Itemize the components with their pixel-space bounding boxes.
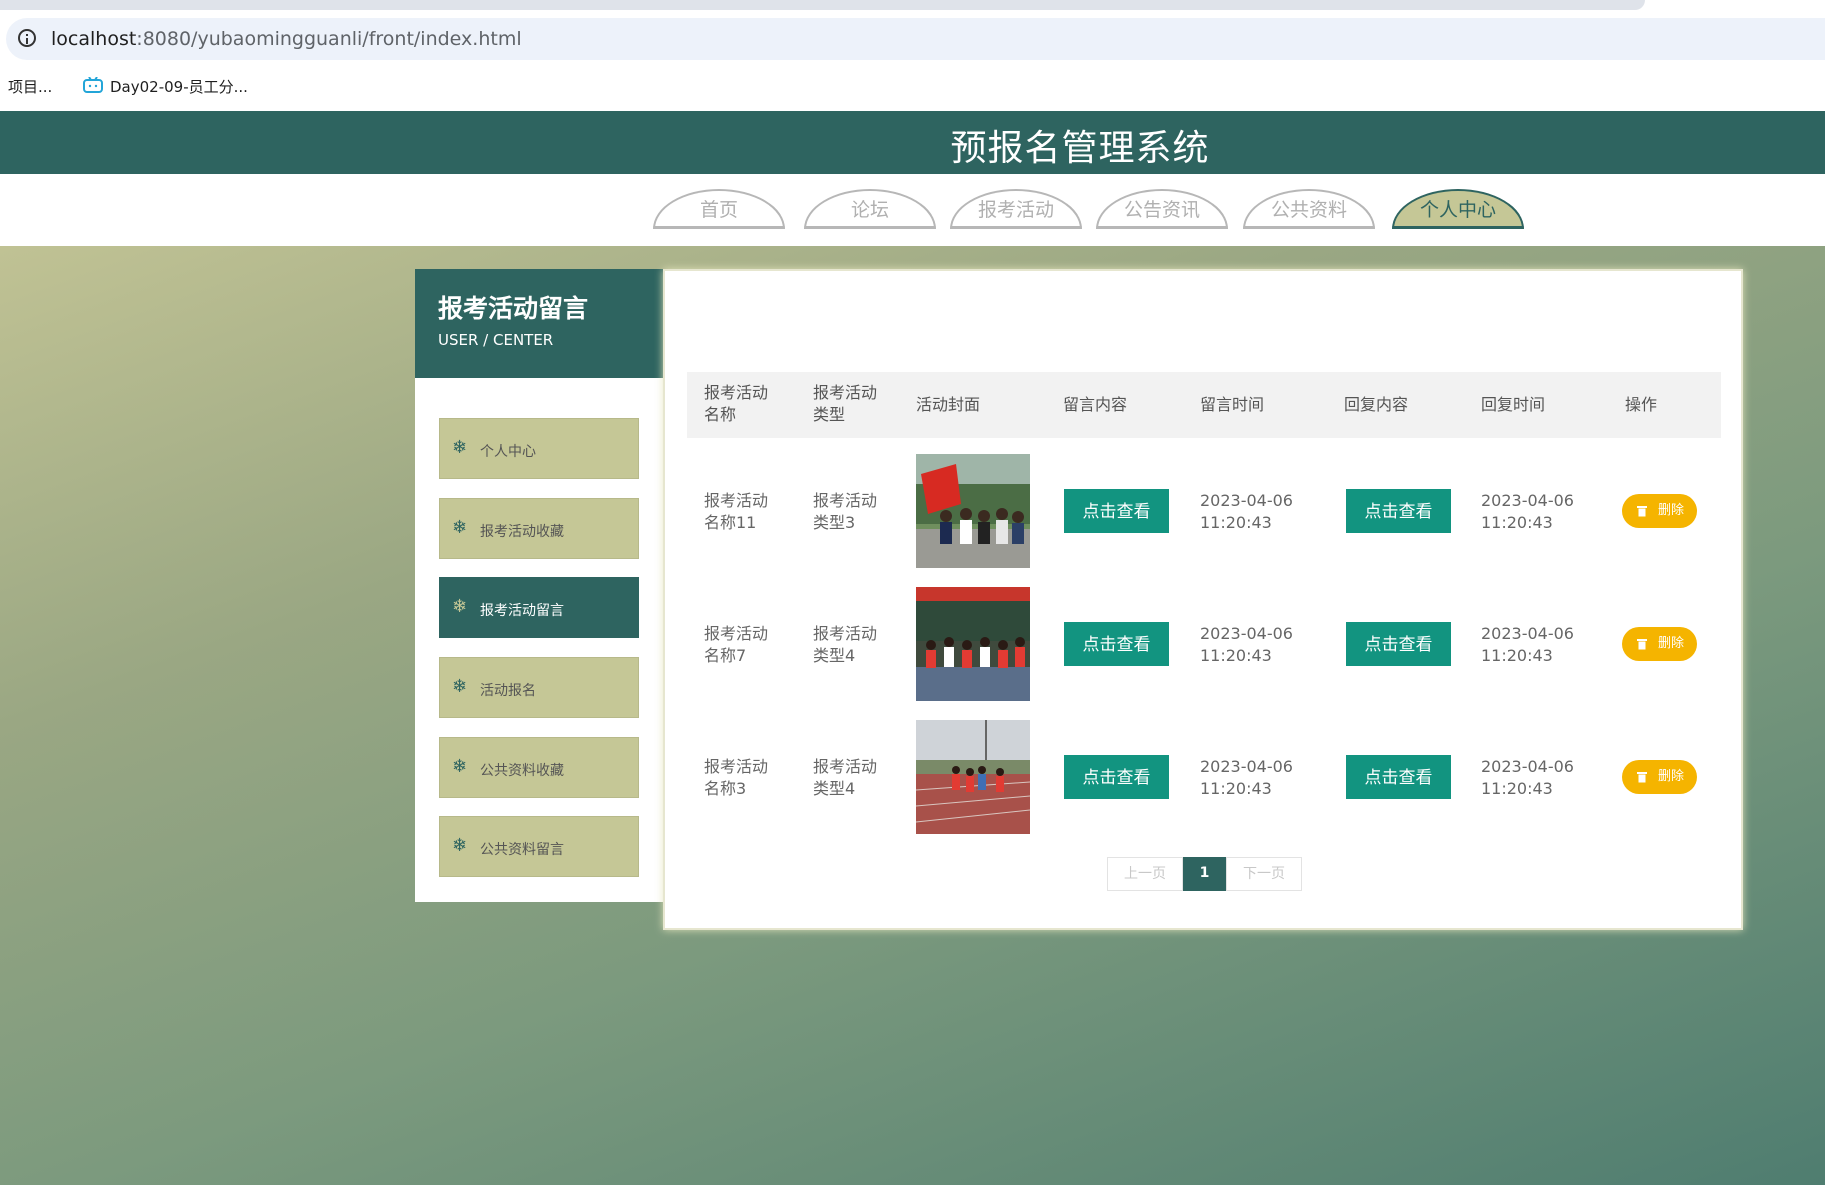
pagination-next-button[interactable]: 下一页 — [1226, 857, 1302, 891]
nav-tab-notices[interactable]: 公告资讯 — [1096, 189, 1228, 229]
nav-tab-activities[interactable]: 报考活动 — [950, 189, 1082, 229]
view-reply-button[interactable]: 点击查看 — [1346, 489, 1451, 533]
activity-cover-image[interactable] — [916, 720, 1030, 834]
nav-tab-personal-center[interactable]: 个人中心 — [1392, 189, 1524, 229]
content-panel: 报考活动 名称 报考活动 类型 活动封面 留言内容 留言时间 回复内容 回复时间… — [663, 269, 1743, 930]
bookmark-project[interactable]: 项目... — [8, 76, 52, 97]
sidebar-item-activity-registration[interactable]: ❄ 活动报名 — [439, 657, 639, 718]
site-header: 预报名管理系统 — [0, 111, 1825, 174]
bilibili-tv-icon — [83, 77, 103, 93]
snowflake-icon: ❄ — [452, 756, 468, 777]
message-time: 2023-04-06 11:20:43 — [1200, 757, 1293, 798]
sidebar-subtitle: USER / CENTER — [438, 331, 554, 349]
snowflake-icon: ❄ — [452, 517, 468, 538]
sidebar: 报考活动留言 USER / CENTER ❄ 个人中心 ❄ 报考活动收藏 ❄ 报… — [415, 269, 663, 902]
column-header-ops: 操作 — [1625, 395, 1658, 414]
view-content-button[interactable]: 点击查看 — [1064, 755, 1169, 799]
nav-tab-public-materials[interactable]: 公共资料 — [1243, 189, 1375, 229]
nav-tab-forum[interactable]: 论坛 — [804, 189, 936, 229]
sidebar-item-label: 公共资料收藏 — [480, 763, 564, 779]
activity-name: 报考活动 名称11 — [704, 491, 769, 532]
column-header-reply: 回复内容 — [1344, 395, 1409, 414]
snowflake-icon: ❄ — [452, 437, 468, 458]
nav-tab-home[interactable]: 首页 — [653, 189, 785, 229]
pagination-prev-button[interactable]: 上一页 — [1107, 857, 1183, 891]
delete-label: 删除 — [1658, 769, 1685, 784]
address-bar[interactable]: localhost:8080/yubaomingguanli/front/ind… — [6, 18, 1825, 60]
sidebar-item-label: 个人中心 — [480, 444, 536, 460]
sidebar-item-label: 公共资料留言 — [480, 842, 564, 858]
column-header-content: 留言内容 — [1063, 395, 1128, 414]
delete-button[interactable]: 删除 — [1622, 494, 1697, 528]
activity-name: 报考活动 名称3 — [704, 757, 769, 798]
delete-label: 删除 — [1658, 503, 1685, 518]
sidebar-item-activity-messages[interactable]: ❄ 报考活动留言 — [439, 577, 639, 638]
activity-type: 报考活动 类型4 — [813, 757, 878, 798]
snowflake-icon: ❄ — [452, 676, 468, 697]
table-header: 报考活动 名称 报考活动 类型 活动封面 留言内容 留言时间 回复内容 回复时间… — [687, 372, 1721, 438]
activity-name: 报考活动 名称7 — [704, 624, 769, 665]
sidebar-item-material-messages[interactable]: ❄ 公共资料留言 — [439, 816, 639, 877]
url-text[interactable]: localhost:8080/yubaomingguanli/front/ind… — [51, 28, 522, 50]
snowflake-icon: ❄ — [452, 596, 468, 617]
column-header-time: 留言时间 — [1200, 395, 1265, 414]
reply-time: 2023-04-06 11:20:43 — [1481, 491, 1574, 532]
sidebar-item-material-favorites[interactable]: ❄ 公共资料收藏 — [439, 737, 639, 798]
reply-time: 2023-04-06 11:20:43 — [1481, 624, 1574, 665]
sidebar-item-label: 活动报名 — [480, 683, 536, 699]
trash-icon — [1637, 772, 1647, 783]
delete-button[interactable]: 删除 — [1622, 627, 1697, 661]
browser-chrome: localhost:8080/yubaomingguanli/front/ind… — [0, 0, 1825, 111]
view-reply-button[interactable]: 点击查看 — [1346, 755, 1451, 799]
view-reply-button[interactable]: 点击查看 — [1346, 622, 1451, 666]
delete-button[interactable]: 删除 — [1622, 760, 1697, 794]
message-time: 2023-04-06 11:20:43 — [1200, 624, 1293, 665]
column-header-cover: 活动封面 — [916, 395, 981, 414]
sidebar-item-label: 报考活动收藏 — [480, 524, 564, 540]
column-header-type: 报考活动 类型 — [813, 383, 878, 424]
column-header-name: 报考活动 名称 — [704, 383, 769, 424]
trash-icon — [1637, 506, 1647, 517]
activity-cover-image[interactable] — [916, 454, 1030, 568]
table-row: 报考活动 名称3 报考活动 类型4 点击查看 2023-04-06 11:20:… — [687, 710, 1721, 843]
url-path: :8080/yubaomingguanli/front/index.html — [136, 28, 522, 50]
message-time: 2023-04-06 11:20:43 — [1200, 491, 1293, 532]
sidebar-title: 报考活动留言 — [438, 294, 589, 323]
bookmark-day02[interactable]: Day02-09-员工分... — [110, 76, 248, 97]
site-info-icon[interactable] — [18, 29, 36, 47]
activity-type: 报考活动 类型4 — [813, 624, 878, 665]
main-nav: 首页 论坛 报考活动 公告资讯 公共资料 个人中心 — [0, 174, 1825, 246]
url-host: localhost — [51, 28, 137, 50]
delete-label: 删除 — [1658, 636, 1685, 651]
pagination-page-1[interactable]: 1 — [1183, 857, 1226, 891]
table-row: 报考活动 名称11 报考活动 类型3 点击查看 2023-04-06 11:20… — [687, 444, 1721, 577]
activity-type: 报考活动 类型3 — [813, 491, 878, 532]
sidebar-item-label: 报考活动留言 — [480, 603, 564, 619]
sidebar-item-personal-center[interactable]: ❄ 个人中心 — [439, 418, 639, 479]
sidebar-header: 报考活动留言 USER / CENTER — [415, 269, 663, 378]
tab-strip — [0, 0, 1645, 10]
site-title: 预报名管理系统 — [950, 128, 1210, 169]
view-content-button[interactable]: 点击查看 — [1064, 489, 1169, 533]
snowflake-icon: ❄ — [452, 835, 468, 856]
table-row: 报考活动 名称7 报考活动 类型4 点击查看 2023-04-06 11:20:… — [687, 577, 1721, 710]
activity-cover-image[interactable] — [916, 587, 1030, 701]
view-content-button[interactable]: 点击查看 — [1064, 622, 1169, 666]
column-header-reply-time: 回复时间 — [1481, 395, 1546, 414]
reply-time: 2023-04-06 11:20:43 — [1481, 757, 1574, 798]
sidebar-item-activity-favorites[interactable]: ❄ 报考活动收藏 — [439, 498, 639, 559]
trash-icon — [1637, 639, 1647, 650]
